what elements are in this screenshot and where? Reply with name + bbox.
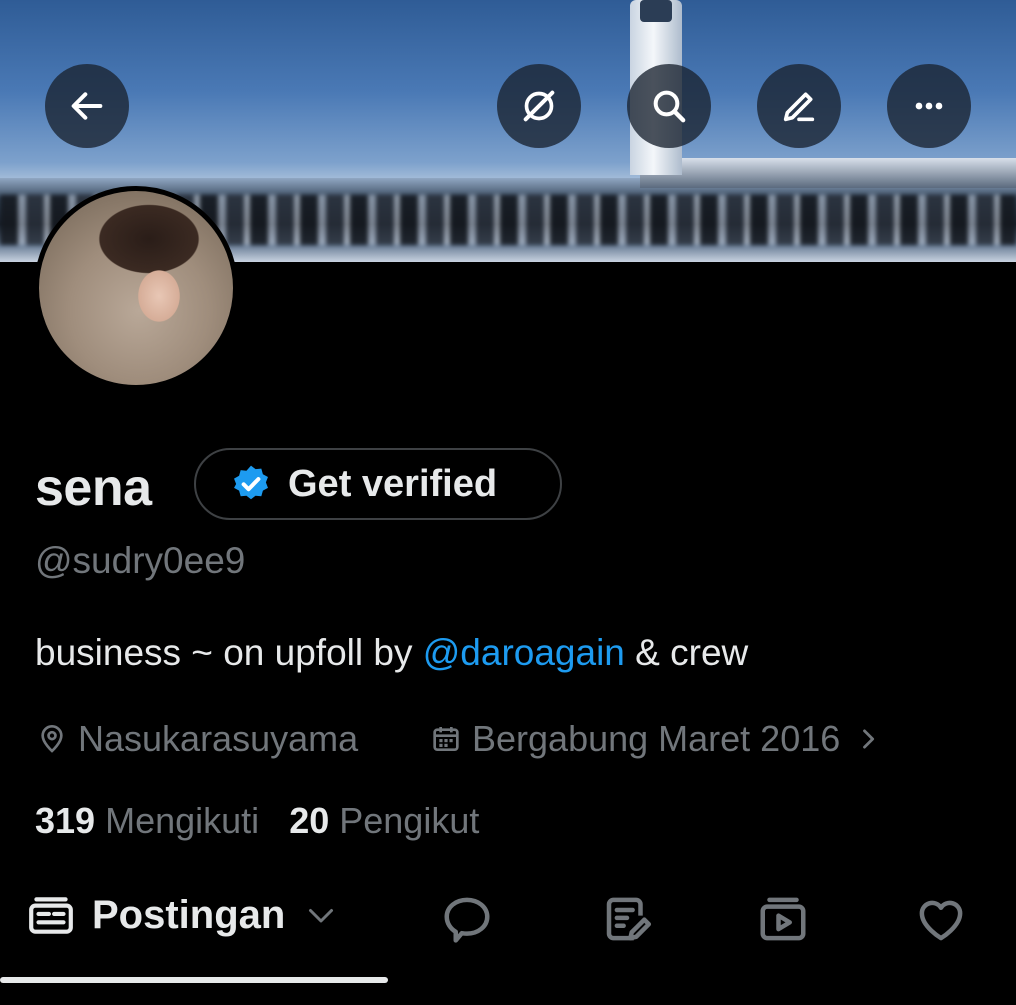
- pencil-icon: [783, 92, 815, 122]
- bio-text: business ~ on upfoll by: [35, 632, 423, 673]
- following-link[interactable]: 319 Mengikuti: [35, 800, 259, 841]
- profile-bio: business ~ on upfoll by @daroagain & cre…: [35, 632, 748, 674]
- chevron-right-icon: [863, 729, 875, 749]
- more-button[interactable]: [887, 64, 971, 148]
- location-text: Nasukarasuyama: [78, 718, 359, 759]
- avatar[interactable]: [34, 186, 238, 390]
- grok-icon: [523, 90, 555, 122]
- heart-icon: [919, 900, 963, 941]
- location-pin-icon: [41, 725, 63, 753]
- active-tab-indicator: [0, 977, 388, 983]
- following-label: Mengikuti: [105, 800, 260, 841]
- edit-button[interactable]: [757, 64, 841, 148]
- bio-suffix: & crew: [624, 632, 749, 673]
- bio-mention-link[interactable]: @daroagain: [423, 632, 625, 673]
- get-verified-button[interactable]: Get verified: [194, 448, 562, 520]
- followers-link[interactable]: 20 Pengikut: [289, 800, 479, 841]
- article-icon: [606, 897, 652, 941]
- grok-button[interactable]: [497, 64, 581, 148]
- profile-handle: @sudry0ee9: [35, 540, 246, 581]
- profile-location: Nasukarasuyama: [36, 718, 358, 760]
- posts-tab-label: Postingan: [92, 892, 286, 937]
- profile-tabs: Postingan: [0, 880, 1016, 1005]
- joined-text: Bergabung Maret 2016: [472, 718, 841, 759]
- tab-replies[interactable]: [440, 892, 494, 946]
- tab-likes[interactable]: [914, 892, 968, 946]
- back-button[interactable]: [45, 64, 129, 148]
- get-verified-label: Get verified: [288, 462, 498, 505]
- followers-count: 20: [289, 800, 330, 841]
- follow-counts: 319 Mengikuti 20 Pengikut: [35, 800, 479, 842]
- media-icon: [760, 897, 806, 941]
- arrow-left-icon: [71, 92, 103, 120]
- search-icon: [653, 90, 686, 123]
- search-button[interactable]: [627, 64, 711, 148]
- more-icon: [915, 102, 943, 110]
- verified-badge-icon: [234, 465, 268, 500]
- tab-posts[interactable]: Postingan: [26, 890, 339, 940]
- posts-tab-icon: [29, 897, 73, 934]
- tab-articles[interactable]: [600, 892, 654, 946]
- profile-joined[interactable]: Bergabung Maret 2016: [430, 718, 882, 760]
- profile-name: sena: [35, 459, 152, 517]
- chat-bubble-icon: [444, 897, 490, 943]
- calendar-icon: [433, 727, 459, 751]
- banner-pier: [640, 158, 1016, 188]
- chevron-down-icon: [309, 909, 334, 923]
- following-count: 319: [35, 800, 96, 841]
- tab-media[interactable]: [756, 892, 810, 946]
- followers-label: Pengikut: [339, 800, 480, 841]
